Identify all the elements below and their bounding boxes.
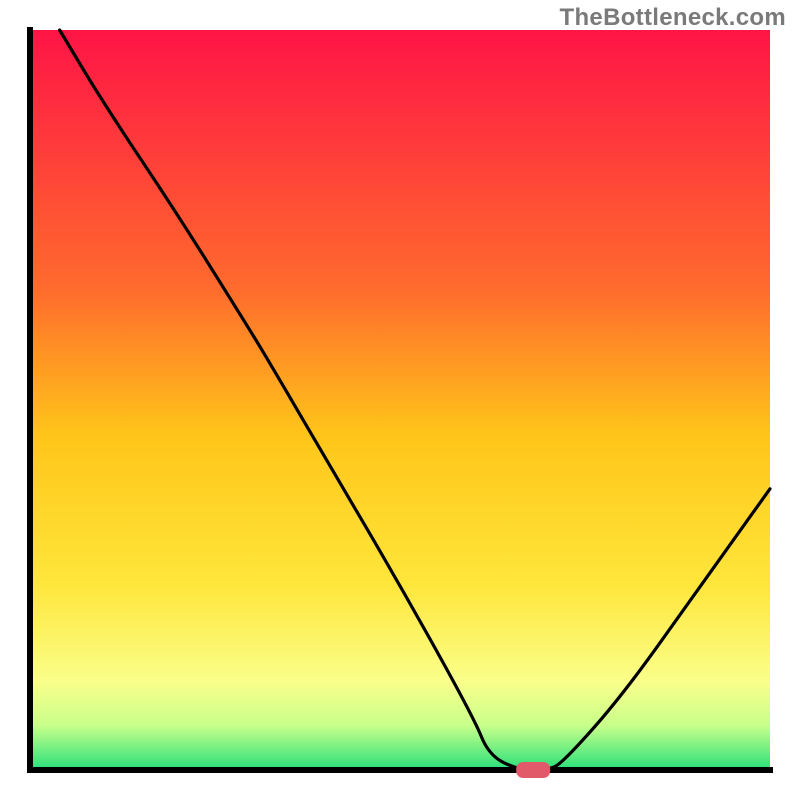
bottleneck-chart: [0, 0, 800, 800]
chart-stage: TheBottleneck.com: [0, 0, 800, 800]
plot-background: [30, 30, 770, 770]
optimal-marker: [516, 762, 550, 778]
watermark-label: TheBottleneck.com: [560, 4, 786, 32]
